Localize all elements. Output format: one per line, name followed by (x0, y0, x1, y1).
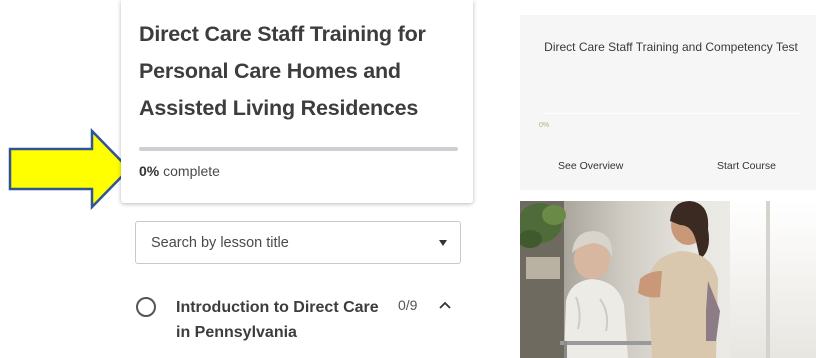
lesson-title: Introduction to Direct Care in Pennsylva… (176, 299, 379, 341)
lesson-search-select[interactable]: Search by lesson title (135, 221, 461, 264)
caret-down-icon (439, 240, 447, 246)
lesson-count: 0/9 (398, 297, 418, 313)
lesson-item[interactable]: Introduction to Direct Care in Pennsylva… (135, 292, 465, 352)
course-title: Direct Care Staff Training for Personal … (139, 22, 426, 120)
course-header-card: Direct Care Staff Training for Personal … (121, 0, 473, 203)
caregiver-photo (520, 201, 816, 358)
course-progress-value: 0% (139, 163, 160, 179)
course-progress-text: 0% complete (139, 163, 220, 179)
course-card-progress-bar (545, 113, 800, 114)
course-progress-bar (139, 147, 458, 151)
see-overview-link[interactable]: See Overview (558, 160, 623, 172)
course-card-title: Direct Care Staff Training and Competenc… (544, 40, 798, 54)
course-card-progress-label: 0% (539, 122, 550, 129)
start-course-link[interactable]: Start Course (717, 160, 776, 172)
course-progress-suffix: complete (159, 163, 220, 179)
circle-icon (136, 297, 156, 317)
course-card: Direct Care Staff Training and Competenc… (520, 15, 816, 190)
lesson-search-placeholder: Search by lesson title (151, 235, 289, 251)
chevron-up-icon[interactable] (439, 301, 451, 309)
annotation-arrow-icon (8, 128, 131, 210)
